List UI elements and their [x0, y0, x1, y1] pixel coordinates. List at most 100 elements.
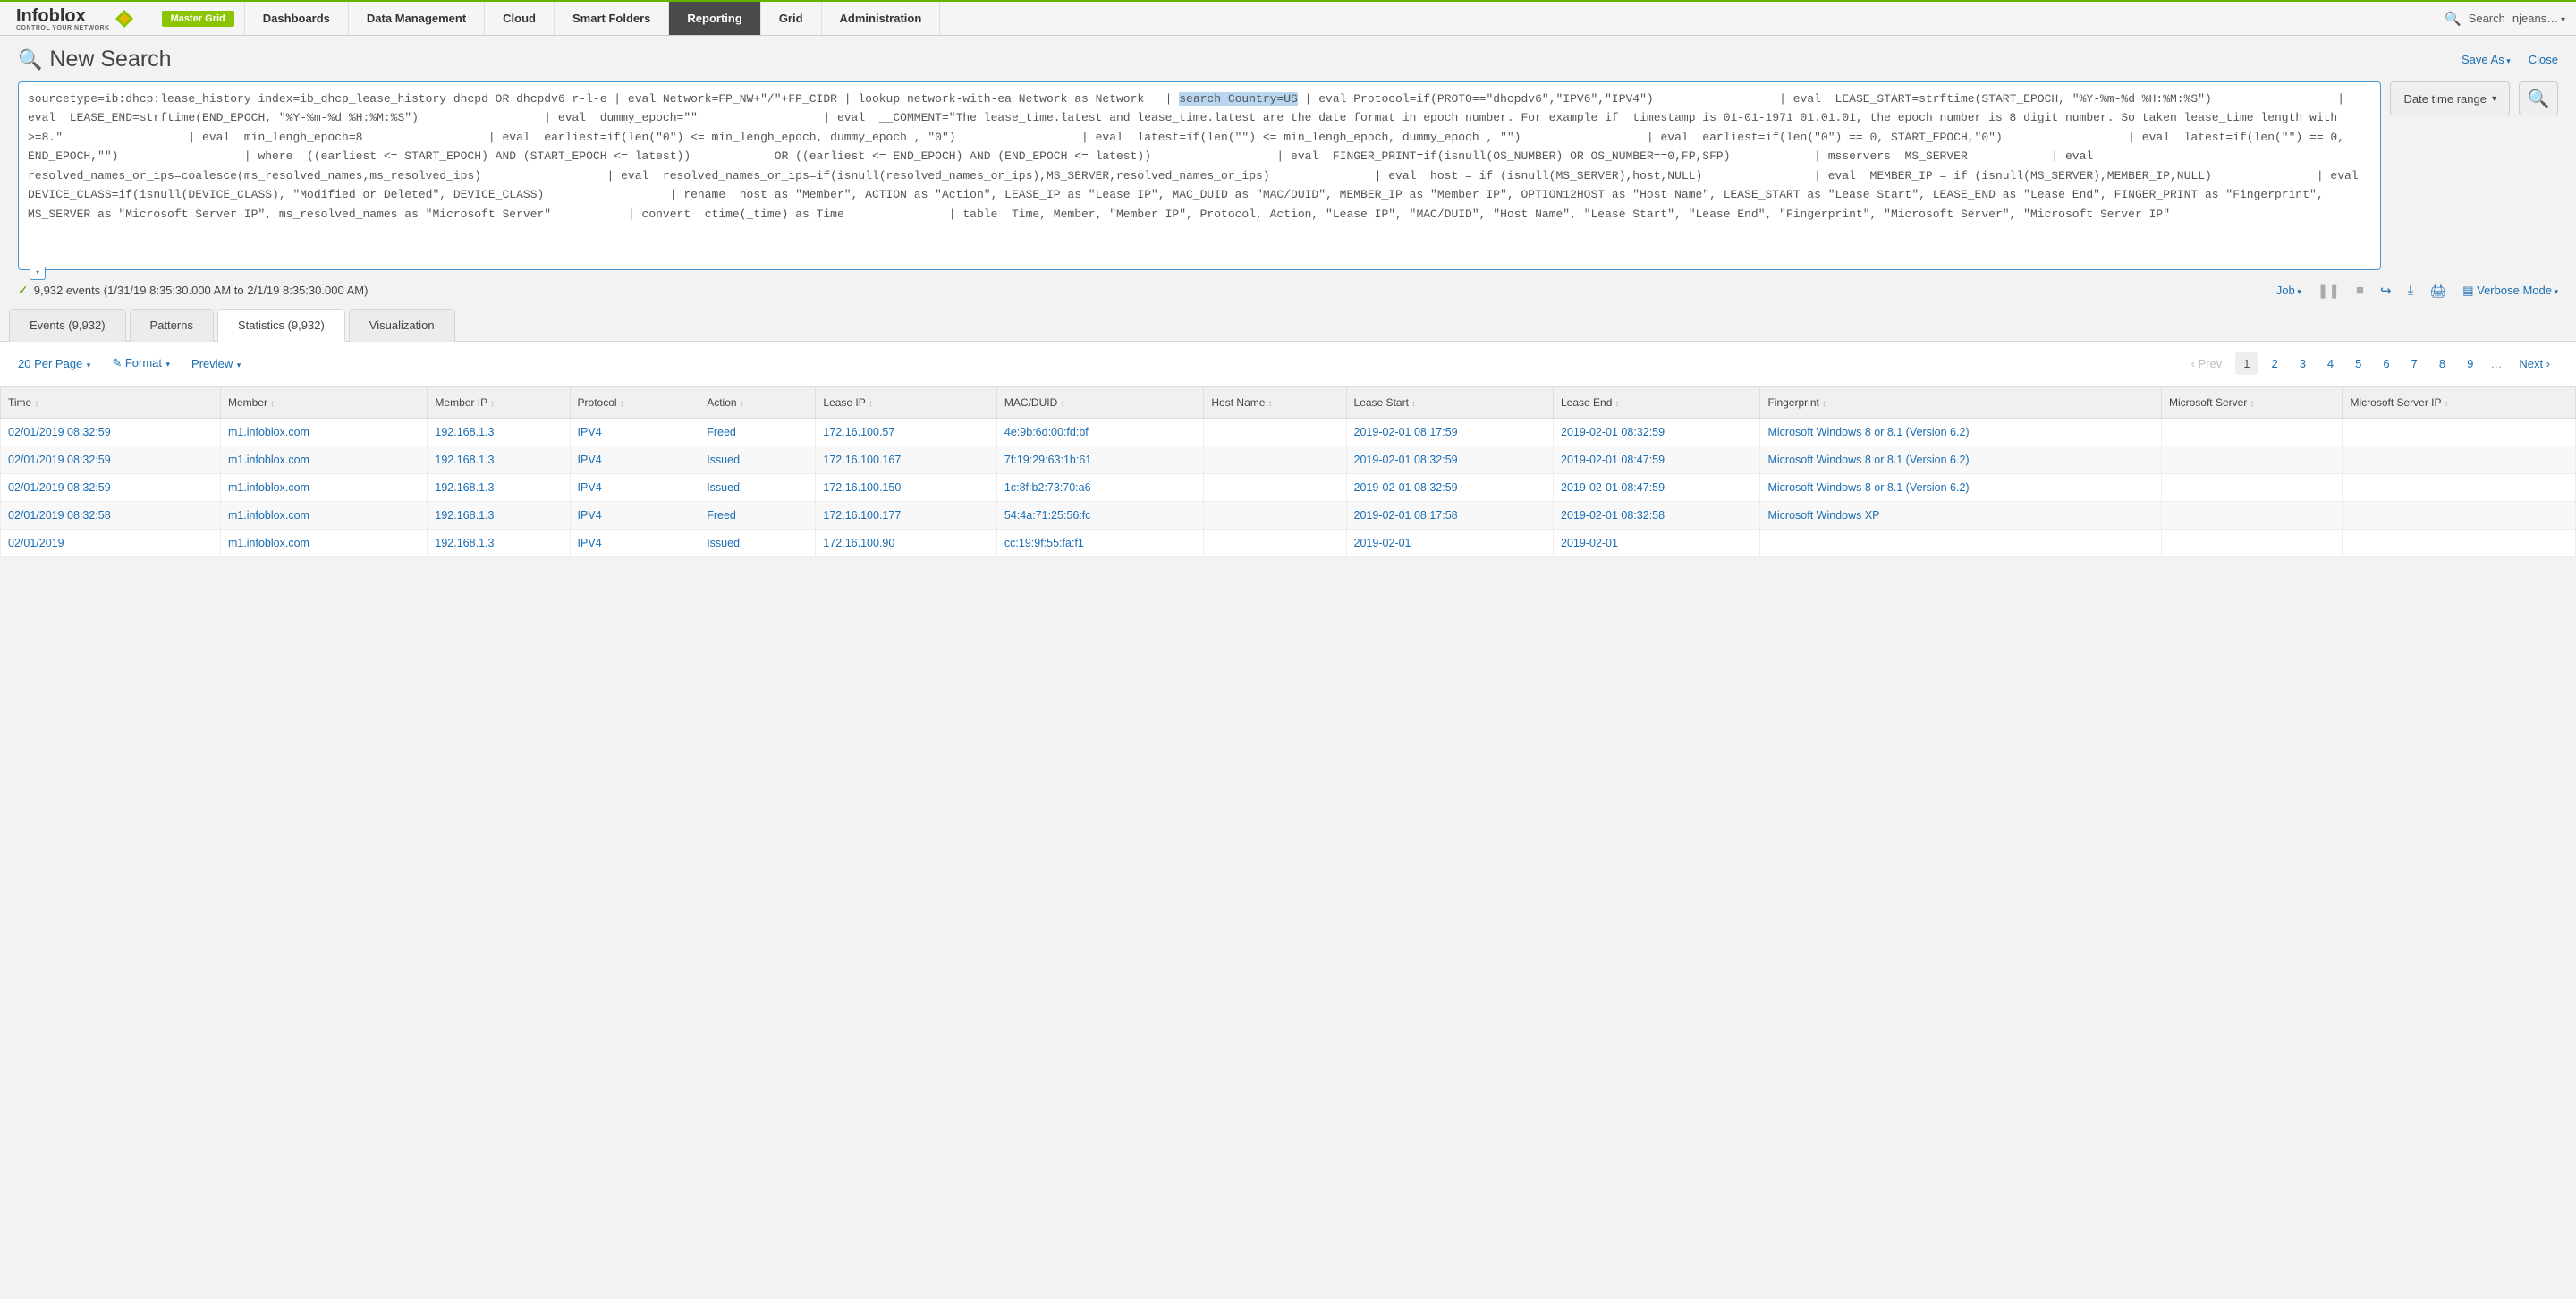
per-page-dropdown[interactable]: 20 Per Page: [18, 357, 90, 370]
pager-next[interactable]: Next ›: [2511, 352, 2558, 375]
col-header[interactable]: Lease IP↕: [816, 386, 997, 418]
cell-ls[interactable]: 2019-02-01 08:32:59: [1346, 473, 1553, 501]
cell-mac[interactable]: 1c:8f:b2:73:70:a6: [996, 473, 1203, 501]
download-icon[interactable]: ⤓: [2408, 283, 2414, 298]
print-icon[interactable]: 🖨: [2429, 283, 2446, 299]
col-header[interactable]: Host Name↕: [1204, 386, 1346, 418]
top-search-label[interactable]: Search: [2469, 12, 2505, 25]
cell-mac[interactable]: cc:19:9f:55:fa:f1: [996, 529, 1203, 556]
pager-page-4[interactable]: 4: [2319, 352, 2342, 375]
cell-mip[interactable]: 192.168.1.3: [428, 501, 570, 529]
cell-time[interactable]: 02/01/2019 08:32:59: [1, 418, 221, 446]
cell-ls[interactable]: 2019-02-01: [1346, 529, 1553, 556]
tab-patterns[interactable]: Patterns: [130, 309, 214, 342]
search-query-input[interactable]: sourcetype=ib:dhcp:lease_history index=i…: [18, 81, 2381, 270]
cell-member[interactable]: m1.infoblox.com: [220, 446, 427, 473]
pager-page-5[interactable]: 5: [2347, 352, 2369, 375]
nav-tab-grid[interactable]: Grid: [760, 2, 822, 35]
cell-le[interactable]: 2019-02-01 08:32:58: [1554, 501, 1760, 529]
pager-prev[interactable]: ‹ Prev: [2183, 352, 2231, 375]
cell-le[interactable]: 2019-02-01: [1554, 529, 1760, 556]
pager-page-6[interactable]: 6: [2375, 352, 2397, 375]
cell-mip[interactable]: 192.168.1.3: [428, 529, 570, 556]
cell-action[interactable]: Freed: [699, 501, 816, 529]
nav-tab-cloud[interactable]: Cloud: [484, 2, 555, 35]
stop-icon[interactable]: ■: [2356, 283, 2364, 298]
cell-action[interactable]: Issued: [699, 446, 816, 473]
cell-action[interactable]: Freed: [699, 418, 816, 446]
cell-lip[interactable]: 172.16.100.167: [816, 446, 997, 473]
cell-lip[interactable]: 172.16.100.150: [816, 473, 997, 501]
cell-time[interactable]: 02/01/2019 08:32:58: [1, 501, 221, 529]
nav-tab-dashboards[interactable]: Dashboards: [244, 2, 349, 35]
tab-visualization[interactable]: Visualization: [349, 309, 455, 342]
cell-proto[interactable]: IPV4: [570, 418, 699, 446]
pager-page-8[interactable]: 8: [2431, 352, 2453, 375]
share-icon[interactable]: ↪: [2380, 283, 2392, 299]
nav-tab-reporting[interactable]: Reporting: [668, 2, 760, 35]
cell-lip[interactable]: 172.16.100.57: [816, 418, 997, 446]
user-menu[interactable]: njeans…: [2512, 12, 2565, 25]
time-range-picker[interactable]: Date time range: [2390, 81, 2510, 115]
cell-action[interactable]: Issued: [699, 473, 816, 501]
nav-tab-smart-folders[interactable]: Smart Folders: [554, 2, 669, 35]
cell-fp[interactable]: Microsoft Windows XP: [1760, 501, 2161, 529]
cell-mip[interactable]: 192.168.1.3: [428, 473, 570, 501]
col-header[interactable]: Member IP↕: [428, 386, 570, 418]
col-header[interactable]: Lease Start↕: [1346, 386, 1553, 418]
nav-tab-data-management[interactable]: Data Management: [348, 2, 485, 35]
cell-ls[interactable]: 2019-02-01 08:17:59: [1346, 418, 1553, 446]
cell-mac[interactable]: 7f:19:29:63:1b:61: [996, 446, 1203, 473]
cell-member[interactable]: m1.infoblox.com: [220, 529, 427, 556]
col-header[interactable]: MAC/DUID↕: [996, 386, 1203, 418]
col-header[interactable]: Member↕: [220, 386, 427, 418]
cell-time[interactable]: 02/01/2019 08:32:59: [1, 473, 221, 501]
master-grid-badge[interactable]: Master Grid: [162, 11, 234, 27]
cell-ls[interactable]: 2019-02-01 08:17:58: [1346, 501, 1553, 529]
cell-fp[interactable]: Microsoft Windows 8 or 8.1 (Version 6.2): [1760, 473, 2161, 501]
cell-le[interactable]: 2019-02-01 08:47:59: [1554, 473, 1760, 501]
cell-proto[interactable]: IPV4: [570, 501, 699, 529]
cell-time[interactable]: 02/01/2019 08:32:59: [1, 446, 221, 473]
col-header[interactable]: Time↕: [1, 386, 221, 418]
save-as-button[interactable]: Save As: [2462, 53, 2511, 66]
nav-tab-administration[interactable]: Administration: [821, 2, 941, 35]
pager-page-3[interactable]: 3: [2292, 352, 2314, 375]
cell-le[interactable]: 2019-02-01 08:47:59: [1554, 446, 1760, 473]
col-header[interactable]: Lease End↕: [1554, 386, 1760, 418]
cell-action[interactable]: Issued: [699, 529, 816, 556]
pager-page-7[interactable]: 7: [2403, 352, 2426, 375]
search-expand-handle[interactable]: ▾: [30, 267, 46, 280]
cell-proto[interactable]: IPV4: [570, 529, 699, 556]
cell-le[interactable]: 2019-02-01 08:32:59: [1554, 418, 1760, 446]
job-menu[interactable]: Job: [2276, 284, 2301, 297]
cell-ls[interactable]: 2019-02-01 08:32:59: [1346, 446, 1553, 473]
search-icon[interactable]: 🔍: [2445, 11, 2462, 27]
col-header[interactable]: Fingerprint↕: [1760, 386, 2161, 418]
cell-lip[interactable]: 172.16.100.177: [816, 501, 997, 529]
cell-proto[interactable]: IPV4: [570, 473, 699, 501]
cell-time[interactable]: 02/01/2019: [1, 529, 221, 556]
col-header[interactable]: Protocol↕: [570, 386, 699, 418]
pager-page-1[interactable]: 1: [2235, 352, 2258, 375]
pager-page-2[interactable]: 2: [2263, 352, 2285, 375]
cell-mip[interactable]: 192.168.1.3: [428, 446, 570, 473]
preview-dropdown[interactable]: Preview: [191, 357, 241, 370]
col-header[interactable]: Action↕: [699, 386, 816, 418]
cell-member[interactable]: m1.infoblox.com: [220, 501, 427, 529]
search-mode-menu[interactable]: ▤ Verbose Mode: [2462, 284, 2558, 298]
cell-mip[interactable]: 192.168.1.3: [428, 418, 570, 446]
col-header[interactable]: Microsoft Server↕: [2161, 386, 2343, 418]
cell-mac[interactable]: 4e:9b:6d:00:fd:bf: [996, 418, 1203, 446]
cell-proto[interactable]: IPV4: [570, 446, 699, 473]
cell-member[interactable]: m1.infoblox.com: [220, 418, 427, 446]
cell-lip[interactable]: 172.16.100.90: [816, 529, 997, 556]
tab-events[interactable]: Events (9,932): [9, 309, 126, 342]
cell-member[interactable]: m1.infoblox.com: [220, 473, 427, 501]
close-button[interactable]: Close: [2529, 53, 2558, 66]
run-search-button[interactable]: 🔍: [2519, 81, 2558, 115]
pause-icon[interactable]: ❚❚: [2318, 283, 2340, 299]
cell-fp[interactable]: Microsoft Windows 8 or 8.1 (Version 6.2): [1760, 418, 2161, 446]
format-dropdown[interactable]: ✎ Format: [112, 356, 170, 370]
cell-fp[interactable]: Microsoft Windows 8 or 8.1 (Version 6.2): [1760, 446, 2161, 473]
